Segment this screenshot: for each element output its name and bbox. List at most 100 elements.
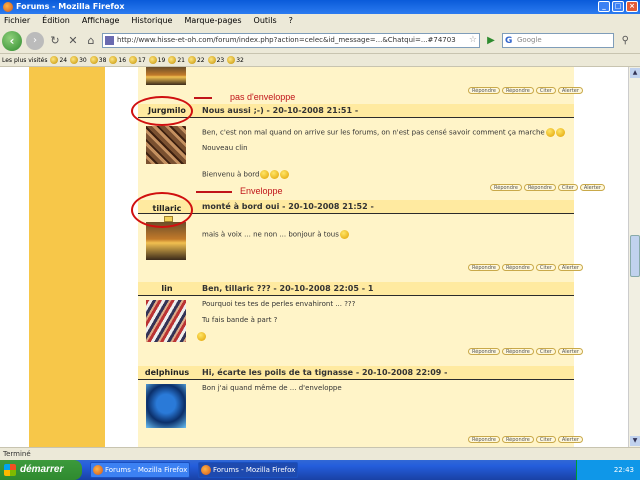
taskbar-item[interactable]: Forums - Mozilla Firefox — [198, 462, 298, 478]
quote-button[interactable]: Citer — [535, 264, 556, 271]
menu-tools[interactable]: Outils — [254, 14, 277, 27]
menu-file[interactable]: Fichier — [4, 14, 30, 27]
scroll-up-arrow[interactable]: ▲ — [630, 68, 640, 78]
post-title: Nous aussi ;-) - 20-10-2008 21:51 - — [202, 106, 359, 115]
reply-button[interactable]: Répondre — [468, 264, 500, 271]
reply-button[interactable]: Répondre — [468, 436, 500, 443]
menu-history[interactable]: Historique — [131, 14, 172, 27]
search-input[interactable]: G Google ⚲ — [502, 33, 629, 48]
search-icon[interactable]: ⚲ — [622, 34, 629, 47]
annotation-no-envelope: pas d'enveloppe — [230, 92, 296, 102]
bookmark-item[interactable]: 30 — [70, 56, 87, 64]
smiley-icon — [197, 332, 206, 341]
reply-button[interactable]: Répondre — [468, 87, 500, 94]
post-text: Pourquoi tes tes de perles envahiront ..… — [202, 300, 356, 308]
bookmark-item[interactable]: 38 — [89, 56, 106, 64]
report-button[interactable]: Alerter — [557, 436, 583, 443]
smiley-icon — [70, 56, 79, 64]
reply-button[interactable]: Répondre — [501, 264, 534, 271]
post-header: tillaric monté à bord oui - 20-10-2008 2… — [138, 200, 574, 214]
taskbar-item[interactable]: Forums - Mozilla Firefox — [90, 462, 190, 478]
post-text: Bon j'ai quand même de ... d'enveloppe — [202, 384, 342, 392]
close-button[interactable]: × — [626, 1, 638, 12]
bookmark-most-visited[interactable]: Les plus visités — [2, 57, 47, 64]
smiley-icon — [109, 56, 118, 64]
bookmark-item[interactable]: 17 — [129, 56, 146, 64]
post-actions: Répondre Répondre Citer Alerter — [468, 264, 636, 271]
search-placeholder: Google — [517, 36, 542, 44]
forward-button[interactable]: › — [26, 31, 44, 50]
post-actions: Répondre Répondre Citer Alerter — [490, 184, 636, 191]
quote-button[interactable]: Citer — [535, 436, 556, 443]
menu-view[interactable]: Affichage — [82, 14, 120, 27]
annotation-arrow — [196, 191, 232, 193]
bookmark-item[interactable]: 22 — [187, 56, 205, 64]
maximize-button[interactable]: □ — [612, 1, 624, 12]
bookmark-item[interactable]: 24 — [50, 56, 67, 64]
reply-button[interactable]: Répondre — [501, 348, 534, 355]
reply-button[interactable]: Répondre — [501, 87, 534, 94]
post-header: lin Ben, tillaric ??? - 20-10-2008 22:05… — [138, 282, 574, 296]
bookmark-item[interactable]: 21 — [168, 56, 185, 64]
avatar — [146, 67, 186, 85]
smiley-icon — [339, 230, 349, 239]
report-button[interactable]: Alerter — [557, 264, 583, 271]
menu-bar: Fichier Édition Affichage Historique Mar… — [0, 14, 640, 27]
status-text: Terminé — [3, 450, 31, 458]
post-text: Bienvenu à bord — [202, 170, 290, 179]
report-button[interactable]: Alerter — [557, 87, 583, 94]
menu-help[interactable]: ? — [289, 14, 293, 27]
vertical-scrollbar[interactable]: ▲ ▼ — [628, 67, 640, 447]
reply-button[interactable]: Répondre — [501, 436, 534, 443]
quote-button[interactable]: Citer — [535, 348, 556, 355]
annotation-circle — [131, 96, 193, 126]
system-tray: 22:43 — [576, 460, 640, 480]
url-bar[interactable]: http://www.hisse-et-oh.com/forum/index.p… — [102, 33, 480, 48]
scroll-thumb[interactable] — [630, 235, 640, 277]
menu-bookmarks[interactable]: Marque-pages — [184, 14, 241, 27]
clock: 22:43 — [613, 466, 634, 474]
bookmarks-toolbar: Les plus visités 24 30 38 16 17 19 21 22… — [0, 54, 640, 67]
avatar — [146, 126, 186, 164]
post-title: Ben, tillaric ??? - 20-10-2008 22:05 - 1 — [202, 284, 374, 293]
reply-button[interactable]: Répondre — [468, 348, 500, 355]
scroll-down-arrow[interactable]: ▼ — [630, 436, 640, 446]
bookmark-item[interactable]: 19 — [148, 56, 165, 64]
go-icon[interactable]: ▶ — [484, 34, 498, 48]
post-author[interactable]: lin — [138, 284, 196, 293]
site-favicon — [105, 36, 114, 45]
smiley-icon — [168, 56, 177, 64]
bookmark-item[interactable]: 16 — [109, 56, 126, 64]
report-button[interactable]: Alerter — [557, 348, 583, 355]
quote-button[interactable]: Citer — [535, 87, 556, 94]
home-icon[interactable]: ⌂ — [84, 33, 98, 49]
taskbar: démarrer Forums - Mozilla Firefox Forums… — [0, 460, 640, 480]
reply-button[interactable]: Répondre — [523, 184, 556, 191]
smiley-icon — [270, 170, 280, 179]
avatar — [146, 300, 186, 342]
start-button[interactable]: démarrer — [0, 460, 82, 480]
smiley-icon — [280, 170, 290, 179]
smiley-icon — [545, 128, 555, 137]
post-author[interactable]: delphinus — [138, 368, 196, 377]
report-button[interactable]: Alerter — [579, 184, 605, 191]
reply-button[interactable]: Répondre — [490, 184, 522, 191]
post-title: monté à bord oui - 20-10-2008 21:52 - — [202, 202, 374, 211]
bookmark-item[interactable]: 23 — [207, 56, 224, 64]
annotation-arrow — [194, 97, 212, 99]
stop-icon[interactable]: ✕ — [66, 33, 80, 49]
post-actions: Répondre Répondre Citer Alerter — [468, 348, 636, 355]
post-title: Hi, écarte les poils de ta tignasse - 20… — [202, 368, 448, 377]
window-titlebar: Forums - Mozilla Firefox _ □ × — [0, 0, 640, 14]
back-button[interactable]: ‹ — [2, 30, 22, 51]
menu-edit[interactable]: Édition — [42, 14, 70, 27]
firefox-icon — [3, 2, 13, 12]
bookmark-star-icon[interactable]: ☆ — [469, 34, 477, 47]
quote-button[interactable]: Citer — [557, 184, 578, 191]
reload-icon[interactable]: ↻ — [48, 33, 62, 49]
minimize-button[interactable]: _ — [598, 1, 610, 12]
bookmark-item[interactable]: 32 — [227, 56, 244, 64]
post-text: Ben, c'est non mal quand on arrive sur l… — [202, 128, 565, 137]
annotation-envelope: Enveloppe — [240, 186, 283, 196]
post-actions: Répondre Répondre Citer Alerter — [468, 87, 636, 94]
